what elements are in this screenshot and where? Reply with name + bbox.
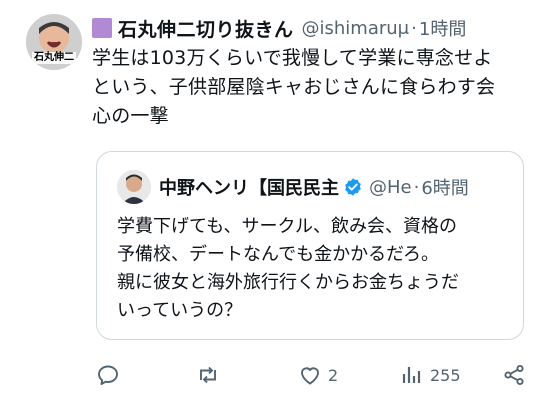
verified-badge-icon (345, 178, 361, 196)
tweet-text-line: 心の一撃 (92, 105, 169, 127)
repost-button[interactable] (196, 360, 220, 390)
name-color-square (92, 18, 112, 38)
quoted-text-line: 予備校、デートなんでも金かかるだろ。 (117, 244, 440, 265)
tweet-text-line: 学生は103万くらいで我慢して学業に専念せよ (92, 47, 493, 69)
reply-icon (98, 365, 118, 385)
author-name[interactable]: 石丸伸二切り抜きん (118, 15, 294, 42)
dot-separator: · (411, 17, 417, 39)
author-avatar[interactable]: 石丸伸二 (26, 14, 82, 70)
tweet-header: 石丸伸二切り抜きん @ishimaruμ · 1時間 (92, 14, 540, 42)
views-count: 255 (430, 365, 461, 385)
quoted-author-name: 中野ヘンリ【国民民主 (159, 178, 339, 199)
tweet-time[interactable]: 1時間 (419, 15, 466, 41)
views-button[interactable]: 255 (400, 360, 461, 390)
author-handle[interactable]: @ishimaruμ (302, 18, 410, 39)
share-button[interactable] (502, 360, 526, 390)
like-count: 2 (328, 365, 339, 385)
tweet-action-bar: 2 255 (92, 360, 532, 390)
quoted-tweet-header: 中野ヘンリ【国民民主 @He · 6時間 (117, 170, 511, 204)
quoted-tweet-text: 学費下げても、サークル、飲み会、資格の 予備校、デートなんでも金かかるだろ。 親… (117, 213, 517, 325)
share-icon (504, 364, 524, 386)
quoted-author-handle: @He (369, 176, 412, 198)
like-button[interactable]: 2 (298, 360, 338, 390)
quoted-tweet-time: 6時間 (421, 178, 469, 199)
repost-icon (200, 366, 216, 384)
quoted-text-line: 学費下げても、サークル、飲み会、資格の (117, 216, 458, 237)
quoted-text-line: 親に彼女と海外旅行行くからお金ちょうだ (117, 272, 459, 293)
quoted-tweet[interactable]: 中野ヘンリ【国民民主 @He · 6時間 学費下げても、サークル、飲み会、資格の… (96, 151, 524, 340)
quoted-author-avatar (117, 170, 151, 204)
reply-button[interactable] (96, 360, 120, 390)
like-icon (301, 367, 319, 385)
quoted-text-line: いっていうの？ (117, 300, 243, 321)
tweet-text: 学生は103万くらいで我慢して学業に専念せよ という、子供部屋陰キャおじさんに食… (92, 44, 532, 131)
avatar-caption: 石丸伸二 (34, 52, 74, 63)
dot-separator: · (413, 176, 420, 198)
views-icon (402, 367, 421, 383)
tweet-text-line: という、子供部屋陰キャおじさんに食らわす会 (92, 76, 496, 98)
